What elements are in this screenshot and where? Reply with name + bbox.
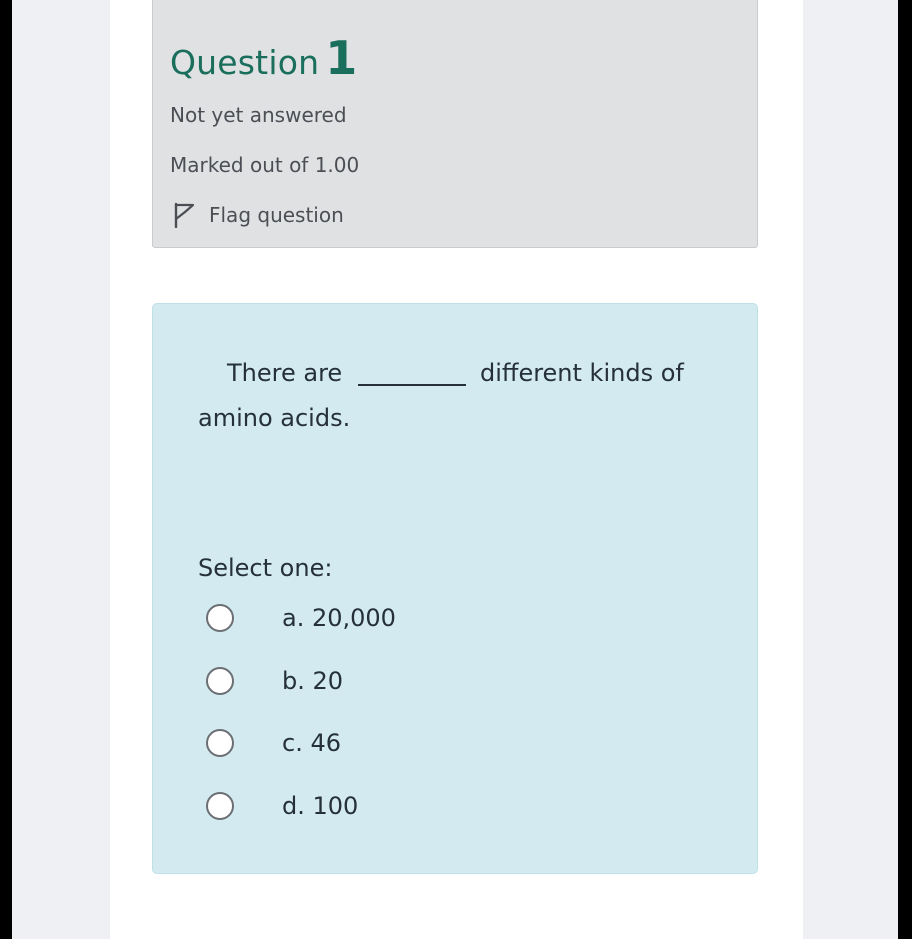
flag-question-button[interactable]: Flag question [173,202,344,229]
answer-option-label: a. 20,000 [282,604,396,632]
answer-option-c[interactable]: c. 46 [206,729,341,757]
question-word: Question [170,43,320,82]
question-title: Question 1 [170,31,357,85]
question-content-panel: There are different kinds of amino acids… [152,303,758,874]
select-one-label: Select one: [198,554,333,582]
marks-info: Marked out of 1.00 [170,153,360,177]
question-info-panel: Question 1 Not yet answered Marked out of… [152,0,758,248]
radio-icon[interactable] [206,667,234,695]
question-number: 1 [325,31,358,85]
radio-icon[interactable] [206,792,234,820]
question-text-part1: There are [227,359,343,387]
question-text-part2: different kinds of [480,359,684,387]
answer-option-b[interactable]: b. 20 [206,667,343,695]
radio-icon[interactable] [206,604,234,632]
answer-option-a[interactable]: a. 20,000 [206,604,396,632]
answer-option-d[interactable]: d. 100 [206,792,358,820]
answer-option-label: d. 100 [282,792,359,820]
fill-in-blank-line [358,384,466,386]
answer-option-label: c. 46 [282,729,341,757]
flag-icon [173,202,195,229]
answer-status: Not yet answered [170,103,347,127]
question-text-part3: amino acids. [198,404,351,432]
answer-option-label: b. 20 [282,667,344,695]
flag-question-label: Flag question [209,203,344,227]
radio-icon[interactable] [206,729,234,757]
